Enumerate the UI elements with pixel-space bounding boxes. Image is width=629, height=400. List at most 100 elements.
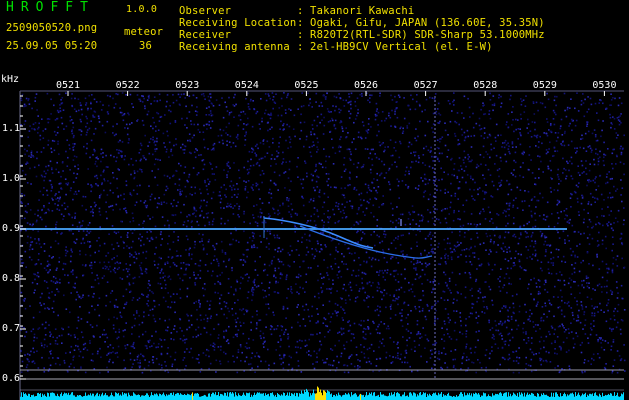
noise-dot [597,160,600,163]
noise-dot [127,127,129,130]
noise-dot [47,118,50,120]
noise-dot [612,97,614,99]
noise-dot [360,239,362,241]
noise-dot [219,194,221,197]
noise-dot [196,309,198,311]
noise-dot [415,308,417,310]
noise-dot [527,123,530,125]
noise-dot [373,322,375,324]
noise-dot [559,127,562,130]
noise-dot [306,246,308,249]
noise-dot [59,110,62,113]
noise-dot [545,281,547,283]
noise-dot [280,114,283,117]
noise-dot [541,269,543,272]
noise-dot [152,356,155,358]
noise-dot [518,260,521,263]
noise-dot [82,220,84,222]
noise-dot [290,213,292,216]
noise-dot [321,291,323,294]
noise-dot [253,237,255,239]
noise-dot [265,295,267,298]
noise-dot [507,142,509,144]
noise-dot [328,111,331,113]
noise-dot [116,317,118,320]
noise-dot [274,267,276,270]
noise-dot [33,362,36,365]
noise-dot [339,297,342,299]
noise-dot [532,326,535,328]
noise-dot [24,148,26,151]
noise-dot [335,249,338,252]
noise-dot [574,230,576,233]
noise-dot [574,297,576,299]
noise-dot [613,319,616,321]
noise-dot [368,202,370,204]
noise-dot [454,358,456,361]
noise-dot [379,357,382,360]
noise-dot [554,150,556,152]
noise-dot [330,186,332,188]
noise-dot [148,185,150,187]
noise-dot [499,276,501,278]
noise-dot [45,211,47,214]
noise-dot [403,97,405,99]
receiver-label: Receiver [179,29,232,41]
noise-dot [209,93,211,95]
noise-dot [393,294,396,296]
noise-dot [139,98,141,101]
noise-dot [621,257,623,260]
noise-dot [204,181,206,184]
noise-dot [457,139,460,141]
noise-dot [345,341,348,343]
noise-dot [447,257,449,260]
noise-dot [63,128,65,130]
noise-dot [488,321,490,324]
noise-dot [290,180,292,183]
noise-dot [518,347,520,349]
noise-dot [321,105,324,107]
noise-dot [232,207,234,209]
noise-dot [494,136,497,139]
noise-dot [323,361,325,364]
noise-dot [620,113,622,115]
noise-dot [483,312,486,314]
noise-dot [479,361,481,364]
noise-dot [362,286,364,289]
noise-dot [50,280,53,282]
noise-dot [281,222,283,224]
noise-dot [492,333,494,336]
noise-dot [578,182,580,184]
noise-dot [111,225,114,227]
noise-dot [536,259,539,262]
noise-dot [58,198,61,200]
noise-dot [129,358,132,361]
noise-dot [587,360,590,362]
noise-dot [218,191,221,193]
noise-dot [411,370,413,373]
noise-dot [109,95,111,98]
noise-dot [576,245,578,247]
noise-dot [116,156,118,159]
noise-dot [572,250,574,253]
noise-dot [394,109,396,111]
noise-dot [617,104,620,107]
noise-dot [380,120,383,122]
noise-dot [456,245,459,247]
noise-dot [78,230,80,232]
noise-dot [429,281,432,283]
noise-dot [52,311,55,313]
noise-dot [477,339,479,342]
noise-dot [204,224,206,227]
noise-dot [106,266,108,268]
noise-dot [252,217,255,219]
noise-dot [500,160,502,162]
noise-dot [580,233,582,235]
noise-dot [519,113,522,116]
noise-dot [98,314,101,317]
noise-dot [219,349,222,351]
noise-dot [76,173,79,175]
noise-dot [555,248,558,251]
noise-dot [332,146,334,149]
noise-dot [322,224,325,227]
